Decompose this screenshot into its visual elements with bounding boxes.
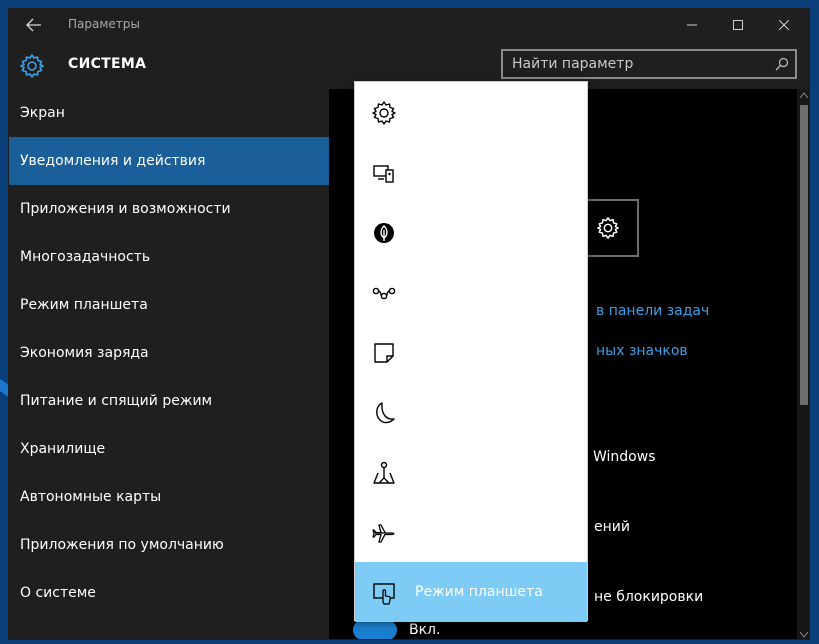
quick-action-label: Режим планшета <box>415 584 543 600</box>
quick-action-option-location[interactable] <box>355 202 587 262</box>
title-bar: Параметры <box>9 9 809 41</box>
system-icons-link[interactable]: ных значков <box>596 343 688 359</box>
sidebar-item-notifications[interactable]: Уведомления и действия <box>9 137 329 185</box>
sidebar-item-battery-saver[interactable]: Экономия заряда <box>9 329 329 377</box>
quick-action-option-quiet-hours[interactable] <box>355 382 587 442</box>
gear-icon <box>597 217 619 239</box>
quick-action-picker: Режим планшета <box>354 81 588 622</box>
tablet-mode-icon <box>373 583 395 605</box>
sidebar-item-multitasking[interactable]: Многозадачность <box>9 233 329 281</box>
toggle-label: Вкл. <box>409 622 441 638</box>
connect-icon <box>373 165 394 183</box>
maximize-icon <box>733 20 743 30</box>
taskbar-icons-link[interactable]: в панели задач <box>596 303 709 319</box>
gear-icon <box>372 101 396 125</box>
sidebar-item-default-apps[interactable]: Приложения по умолчанию <box>9 521 329 569</box>
scroll-down-icon[interactable] <box>800 632 808 638</box>
sidebar-item-display[interactable]: Экран <box>9 89 329 137</box>
sidebar-item-about[interactable]: О системе <box>9 569 329 617</box>
close-icon <box>779 20 789 30</box>
quick-action-option-airplane[interactable] <box>355 502 587 562</box>
quick-action-option-vpn[interactable] <box>355 262 587 322</box>
back-arrow-icon <box>26 18 41 32</box>
settings-window: Параметры СИСТЕМА Экран Уведомления и де… <box>8 8 810 640</box>
scrollbar-thumb[interactable] <box>800 105 808 405</box>
sidebar-item-offline-maps[interactable]: Автономные карты <box>9 473 329 521</box>
quick-action-option-connect[interactable] <box>355 142 587 202</box>
quick-action-option-map[interactable] <box>355 442 587 502</box>
sidebar-nav: Экран Уведомления и действия Приложения … <box>9 89 329 639</box>
windows-tips-label: Windows <box>593 449 656 465</box>
moon-icon <box>376 402 395 424</box>
toggle-switch[interactable] <box>353 620 397 639</box>
page-title: СИСТЕМА <box>68 56 147 72</box>
window-title: Параметры <box>68 17 140 31</box>
note-icon <box>374 343 394 363</box>
scroll-up-icon[interactable] <box>800 92 808 98</box>
search-input[interactable] <box>503 51 795 77</box>
sidebar-item-tablet-mode[interactable]: Режим планшета <box>9 281 329 329</box>
lock-screen-label: не блокировки <box>594 589 704 605</box>
sidebar-item-apps-features[interactable]: Приложения и возможности <box>9 185 329 233</box>
quick-action-option-settings[interactable] <box>355 82 587 142</box>
app-notifications-label: ений <box>594 519 630 535</box>
sidebar-item-power-sleep[interactable]: Питание и спящий режим <box>9 377 329 425</box>
minimize-icon <box>687 24 697 26</box>
minimize-button[interactable] <box>669 9 715 41</box>
quick-action-option-note[interactable] <box>355 322 587 382</box>
scrollbar[interactable] <box>797 89 809 639</box>
quick-action-option-tablet-mode[interactable]: Режим планшета <box>355 562 587 622</box>
sidebar-item-storage[interactable]: Хранилище <box>9 425 329 473</box>
location-icon <box>374 223 394 243</box>
airplane-icon <box>372 524 395 543</box>
maximize-button[interactable] <box>715 9 761 41</box>
search-box[interactable] <box>501 49 797 79</box>
map-pin-icon <box>373 461 395 484</box>
back-button[interactable] <box>19 15 49 35</box>
vpn-icon <box>372 287 396 300</box>
close-button[interactable] <box>761 9 807 41</box>
search-icon[interactable] <box>775 57 789 71</box>
gear-icon <box>20 54 44 78</box>
